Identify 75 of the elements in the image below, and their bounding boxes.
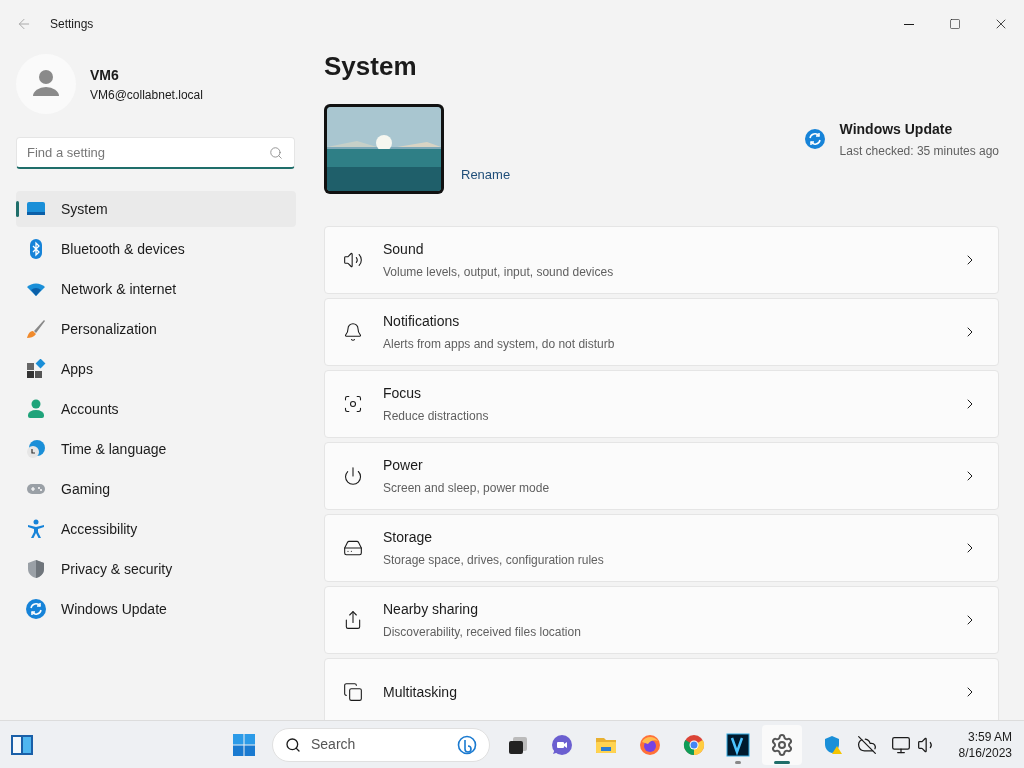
nav-item[interactable]: Gaming [16, 471, 296, 507]
selection-indicator [16, 201, 19, 217]
cloud-off-icon[interactable] [856, 734, 877, 755]
browser-fox-icon [638, 732, 662, 757]
settings-card[interactable]: Multitasking [324, 658, 999, 720]
nav-item[interactable]: Network & internet [16, 271, 296, 307]
start-icon[interactable] [232, 732, 256, 757]
card-title: Nearby sharing [383, 600, 479, 619]
minimize-icon [904, 23, 914, 25]
video-chat-icon [550, 732, 574, 757]
card-subtitle: Discoverability, received files location [383, 624, 582, 641]
card-title: Focus [383, 384, 423, 403]
bell-icon [343, 322, 363, 342]
card-title: Multitasking [383, 682, 458, 702]
rename-link[interactable]: Rename [461, 164, 511, 184]
sync-icon [804, 129, 825, 149]
nav-item[interactable]: Apps [16, 351, 296, 387]
card-title: Power [383, 456, 424, 475]
search-icon [269, 146, 283, 160]
update-title[interactable]: Windows Update [839, 118, 999, 140]
focus-icon [343, 394, 363, 414]
widgets-icon[interactable] [10, 732, 34, 757]
globe-clock-icon [26, 439, 46, 459]
card-title: Notifications [383, 312, 461, 331]
nav-item[interactable]: Time & language [16, 431, 296, 467]
gear-icon [770, 732, 794, 757]
apps-icon [26, 359, 46, 379]
settings-card[interactable]: Notifications Alerts from apps and system, do not disturb [324, 298, 999, 366]
network-icon[interactable] [890, 734, 911, 755]
profile-email: VM6@collabnet.local [90, 86, 203, 104]
windows-icon [343, 682, 363, 702]
person-icon [26, 399, 46, 419]
sync-icon [26, 599, 46, 619]
nav-item[interactable]: Personalization [16, 311, 296, 347]
page-title: System [324, 50, 418, 83]
nav-item[interactable]: System [16, 191, 296, 227]
browser-ring-icon [682, 732, 706, 757]
share-icon [343, 610, 363, 630]
card-subtitle: Storage space, drives, configuration rules [383, 552, 605, 569]
settings-card[interactable]: Storage Storage space, drives, configuration rules [324, 514, 999, 582]
drive-icon [343, 538, 363, 558]
card-title: Storage [383, 528, 434, 547]
maximize-icon [949, 18, 961, 30]
nav-item[interactable]: Accounts [16, 391, 296, 427]
settings-card[interactable]: Power Screen and sleep, power mode [324, 442, 999, 510]
clock[interactable]: 3:59 AM 8/16/2023 [958, 728, 1012, 761]
running-indicator [774, 760, 790, 764]
nav-item[interactable]: Privacy & security [16, 551, 296, 587]
search-icon [285, 736, 301, 753]
profile-name: VM6 [90, 65, 120, 85]
brush-icon [26, 319, 46, 339]
shield-warning-icon[interactable] [822, 734, 843, 755]
power-icon [343, 466, 363, 486]
search-field[interactable]: Find a setting [16, 137, 295, 169]
settings-card[interactable]: Sound Volume levels, output, input, sound devices [324, 226, 999, 294]
nav-item[interactable]: Windows Update [16, 591, 296, 627]
window-title: Settings [50, 16, 94, 33]
card-title: Sound [383, 240, 425, 259]
card-subtitle: Screen and sleep, power mode [383, 480, 551, 497]
running-indicator [735, 760, 741, 764]
card-subtitle: Reduce distractions [383, 408, 490, 425]
accessibility-icon [26, 519, 46, 539]
taskbar-app[interactable] [762, 724, 802, 765]
chat-bubble-icon [457, 734, 477, 755]
nav-item[interactable]: Accessibility [16, 511, 296, 547]
settings-card[interactable]: Focus Reduce distractions [324, 370, 999, 438]
v-app-icon [726, 732, 750, 757]
shield-icon [26, 559, 46, 579]
update-status: Last checked: 35 minutes ago [839, 142, 999, 160]
nav-item[interactable]: Bluetooth & devices [16, 231, 296, 267]
card-subtitle: Alerts from apps and system, do not disturb [383, 336, 616, 353]
settings-card[interactable]: Nearby sharing Discoverability, received files location [324, 586, 999, 654]
card-subtitle: Volume levels, output, input, sound devices [383, 264, 615, 281]
taskbar-search[interactable]: Search [272, 727, 490, 762]
speaker-icon [343, 250, 363, 270]
